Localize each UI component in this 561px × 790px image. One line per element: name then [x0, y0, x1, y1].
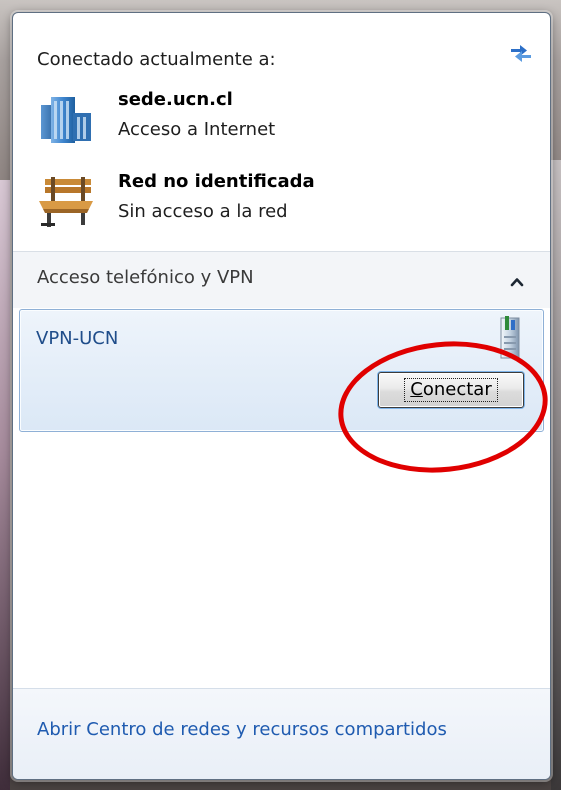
network-flyout-panel: Conectado actualmente a: sede.ucn.cl Acc…	[12, 12, 551, 780]
flyout-footer: Abrir Centro de redes y recursos compart…	[13, 688, 550, 779]
open-network-sharing-center-link[interactable]: Abrir Centro de redes y recursos compart…	[37, 719, 447, 740]
network-status: Acceso a Internet	[118, 119, 276, 140]
vpn-connection-name: VPN-UCN	[36, 328, 119, 349]
connect-button-label: Conectar	[404, 378, 498, 402]
dialup-vpn-group-header[interactable]: Acceso telefónico y VPN	[13, 252, 550, 308]
dialup-vpn-group-title: Acceso telefónico y VPN	[37, 267, 254, 288]
network-item-red-no-identificada: Red no identificada Sin acceso a la red	[37, 171, 517, 237]
public-network-bench-icon	[37, 173, 95, 229]
network-item-sede-ucn: sede.ucn.cl Acceso a Internet	[37, 89, 517, 155]
connected-header: Conectado actualmente a:	[37, 49, 276, 70]
network-status: Sin acceso a la red	[118, 201, 288, 222]
network-name: sede.ucn.cl	[118, 89, 233, 110]
domain-network-icon	[37, 91, 95, 147]
connect-button[interactable]: Conectar	[378, 372, 524, 408]
vpn-item-vpn-ucn[interactable]: VPN-UCN Conectar	[19, 309, 544, 432]
backdrop-right-edge	[551, 160, 561, 790]
network-refresh-icon[interactable]	[508, 41, 534, 63]
network-name: Red no identificada	[118, 171, 315, 192]
backdrop-left-edge	[0, 180, 10, 790]
vpn-connection-icon	[495, 314, 525, 362]
chevron-up-icon[interactable]	[510, 273, 524, 287]
